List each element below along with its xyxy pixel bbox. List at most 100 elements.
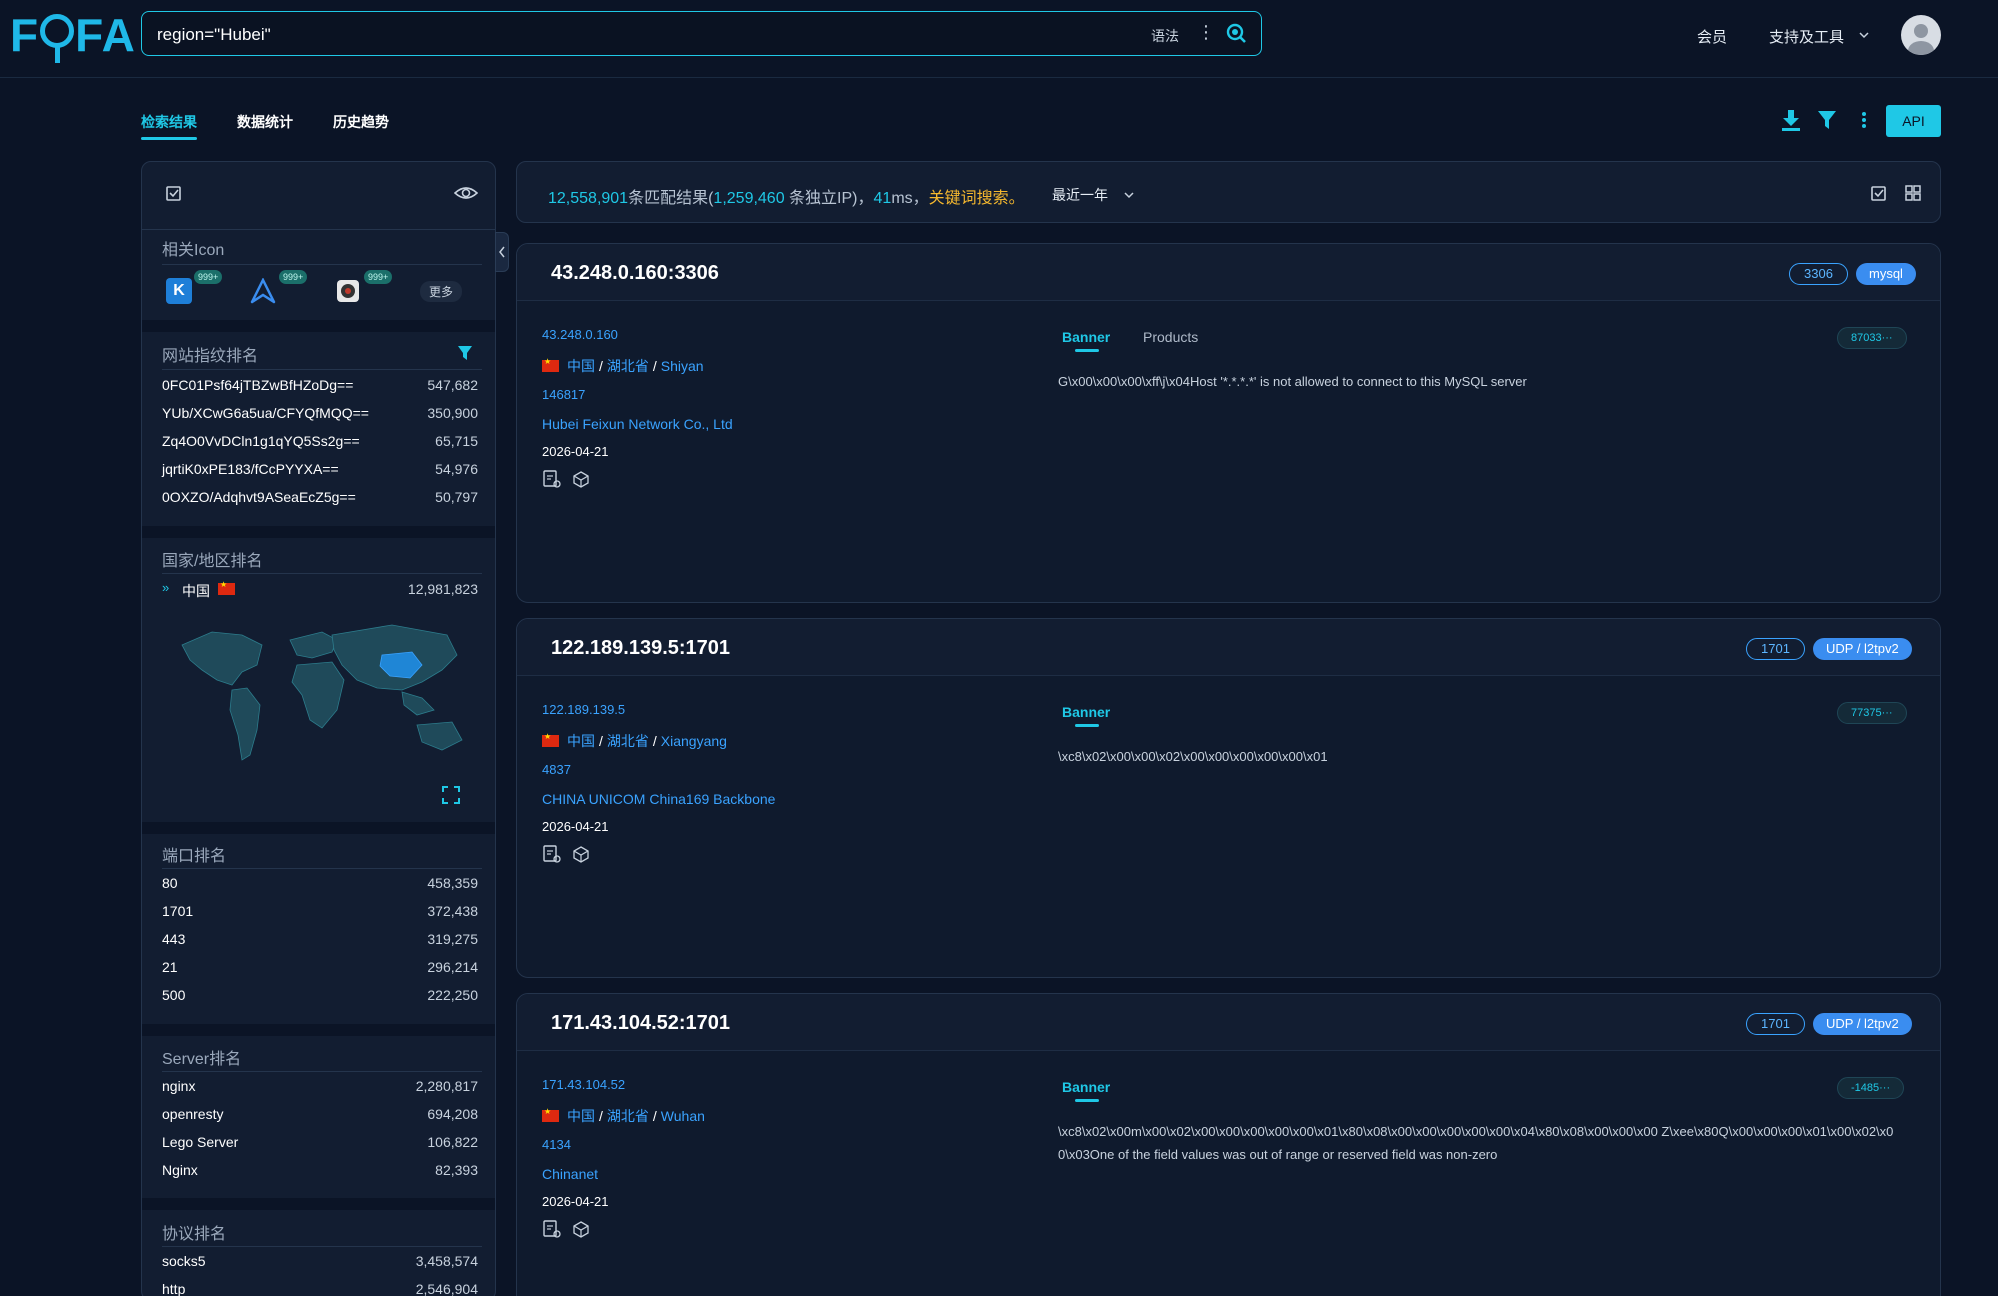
province-link[interactable]: 湖北省 xyxy=(607,358,649,374)
server-row[interactable]: Lego Server 106,822 xyxy=(162,1131,478,1153)
fingerprint-row[interactable]: 0FC01Psf64jTBZwBfHZoDg== 547,682 xyxy=(162,374,478,396)
org-link[interactable]: Chinanet xyxy=(542,1166,598,1182)
more-icons-button[interactable]: 更多 xyxy=(420,281,463,302)
total-count: 12,558,901 xyxy=(548,190,629,207)
collapse-sidebar-button[interactable] xyxy=(495,232,509,272)
certificate-icon[interactable] xyxy=(542,469,562,489)
cube-icon[interactable] xyxy=(572,845,590,863)
country-link[interactable]: 中国 xyxy=(567,358,595,374)
keyword-search-link[interactable]: 关键词搜索。 xyxy=(929,190,1025,207)
row-count: 54,976 xyxy=(435,461,478,477)
tab-products[interactable]: Products xyxy=(1143,329,1198,345)
ip-link[interactable]: 122.189.139.5 xyxy=(542,702,625,717)
fingerprint-row[interactable]: jqrtiK0xPE183/fCcPYYXA== 54,976 xyxy=(162,458,478,480)
fingerprint-rank-title: 网站指纹排名 xyxy=(162,348,259,365)
world-map[interactable] xyxy=(172,610,472,770)
server-row[interactable]: Nginx 82,393 xyxy=(162,1159,478,1181)
cube-icon[interactable] xyxy=(572,470,590,488)
port-row[interactable]: 1701 372,438 xyxy=(162,900,478,922)
row-label: 500 xyxy=(162,987,186,1003)
hash-chip[interactable]: 87033··· xyxy=(1837,327,1907,349)
protocol-tag[interactable]: UDP / l2tpv2 xyxy=(1813,638,1912,660)
api-button[interactable]: API xyxy=(1886,105,1941,137)
grid-view-icon[interactable] xyxy=(1904,184,1922,202)
search-input[interactable]: region="Hubei" xyxy=(157,25,271,45)
tab-banner[interactable]: Banner xyxy=(1062,329,1110,345)
cube-icon[interactable] xyxy=(572,1220,590,1238)
row-count: 547,682 xyxy=(427,377,478,393)
tab-banner[interactable]: Banner xyxy=(1062,704,1110,720)
country-link[interactable]: 中国 xyxy=(567,1108,595,1124)
port-tag[interactable]: 3306 xyxy=(1789,263,1848,285)
result-host-link[interactable]: 171.43.104.52:1701 xyxy=(551,1012,730,1035)
download-icon[interactable] xyxy=(1780,108,1802,132)
filter-icon[interactable] xyxy=(457,345,473,361)
result-host-link[interactable]: 122.189.139.5:1701 xyxy=(551,637,730,660)
ip-link[interactable]: 43.248.0.160 xyxy=(542,327,618,342)
certificate-icon[interactable] xyxy=(542,844,562,864)
protocol-tag[interactable]: mysql xyxy=(1856,263,1916,285)
org-link[interactable]: Hubei Feixun Network Co., Ltd xyxy=(542,416,733,432)
more-vertical-icon[interactable] xyxy=(1853,108,1875,132)
fullscreen-icon[interactable] xyxy=(441,785,461,805)
nav-support-tools[interactable]: 支持及工具 xyxy=(1769,26,1844,47)
tab-history[interactable]: 历史趋势 xyxy=(333,112,389,132)
result-host-link[interactable]: 43.248.0.160:3306 xyxy=(551,262,719,285)
city-link[interactable]: Xiangyang xyxy=(661,733,727,749)
checklist-icon[interactable] xyxy=(165,184,183,202)
protocol-row[interactable]: http 2,546,904 xyxy=(162,1278,478,1296)
protocol-tag[interactable]: UDP / l2tpv2 xyxy=(1813,1013,1912,1035)
row-label: 0FC01Psf64jTBZwBfHZoDg== xyxy=(162,377,354,393)
avatar[interactable] xyxy=(1901,15,1941,55)
province-link[interactable]: 湖北省 xyxy=(607,733,649,749)
city-link[interactable]: Shiyan xyxy=(661,358,704,374)
hash-chip[interactable]: 77375··· xyxy=(1837,702,1907,724)
eye-icon[interactable] xyxy=(454,184,478,202)
country-name: 中国 xyxy=(182,583,210,599)
search-bar[interactable]: region="Hubei" 语法 ⋮ xyxy=(141,11,1262,56)
tab-search-results[interactable]: 检索结果 xyxy=(141,112,197,132)
country-row[interactable]: » 中国 12,981,823 xyxy=(162,578,478,600)
port-tag[interactable]: 1701 xyxy=(1746,1013,1805,1035)
filter-icon[interactable] xyxy=(1816,108,1838,132)
tab-statistics[interactable]: 数据统计 xyxy=(237,112,293,132)
fingerprint-row[interactable]: Zq4O0VvDCln1g1qYQ5Ss2g== 65,715 xyxy=(162,430,478,452)
china-flag-icon xyxy=(542,732,559,747)
icon-tile-arrow[interactable] xyxy=(250,278,276,304)
country-link[interactable]: 中国 xyxy=(567,733,595,749)
chevron-down-icon[interactable] xyxy=(1122,188,1136,202)
port-row[interactable]: 500 222,250 xyxy=(162,984,478,1006)
port-row[interactable]: 21 296,214 xyxy=(162,956,478,978)
fingerprint-row[interactable]: YUb/XCwG6a5ua/CFYQfMQQ== 350,900 xyxy=(162,402,478,424)
city-link[interactable]: Wuhan xyxy=(661,1108,705,1124)
protocol-row[interactable]: socks5 3,458,574 xyxy=(162,1250,478,1272)
time-range-select[interactable]: 最近一年 xyxy=(1052,185,1108,205)
ip-link[interactable]: 171.43.104.52 xyxy=(542,1077,625,1092)
port-tag[interactable]: 1701 xyxy=(1746,638,1805,660)
chevron-down-icon[interactable] xyxy=(1857,28,1871,42)
hash-chip[interactable]: -1485··· xyxy=(1837,1077,1905,1099)
fingerprint-row[interactable]: 0OXZO/Adqhvt9ASeaEcZ5g== 50,797 xyxy=(162,486,478,508)
org-link[interactable]: CHINA UNICOM China169 Backbone xyxy=(542,791,775,807)
port-row[interactable]: 443 319,275 xyxy=(162,928,478,950)
nav-member[interactable]: 会员 xyxy=(1697,26,1727,47)
server-row[interactable]: nginx 2,280,817 xyxy=(162,1075,478,1097)
asn-link[interactable]: 146817 xyxy=(542,387,585,402)
section-divider xyxy=(162,264,482,265)
province-link[interactable]: 湖北省 xyxy=(607,1108,649,1124)
checklist-icon[interactable] xyxy=(1870,184,1888,202)
icon-tile-ik[interactable]: K xyxy=(166,278,192,304)
port-row[interactable]: 80 458,359 xyxy=(162,872,478,894)
asn-link[interactable]: 4134 xyxy=(542,1137,571,1152)
icon-tile-camera[interactable] xyxy=(335,278,361,304)
certificate-icon[interactable] xyxy=(542,1219,562,1239)
row-count: 319,275 xyxy=(427,931,478,947)
fofa-logo[interactable]: F FA xyxy=(10,8,136,63)
search-icon[interactable] xyxy=(1225,22,1247,44)
server-row[interactable]: openresty 694,208 xyxy=(162,1103,478,1125)
syntax-link[interactable]: 语法 xyxy=(1151,26,1179,46)
more-options-icon[interactable]: ⋮ xyxy=(1197,22,1215,43)
tab-banner[interactable]: Banner xyxy=(1062,1079,1110,1095)
expand-icon[interactable]: » xyxy=(162,580,169,595)
asn-link[interactable]: 4837 xyxy=(542,762,571,777)
